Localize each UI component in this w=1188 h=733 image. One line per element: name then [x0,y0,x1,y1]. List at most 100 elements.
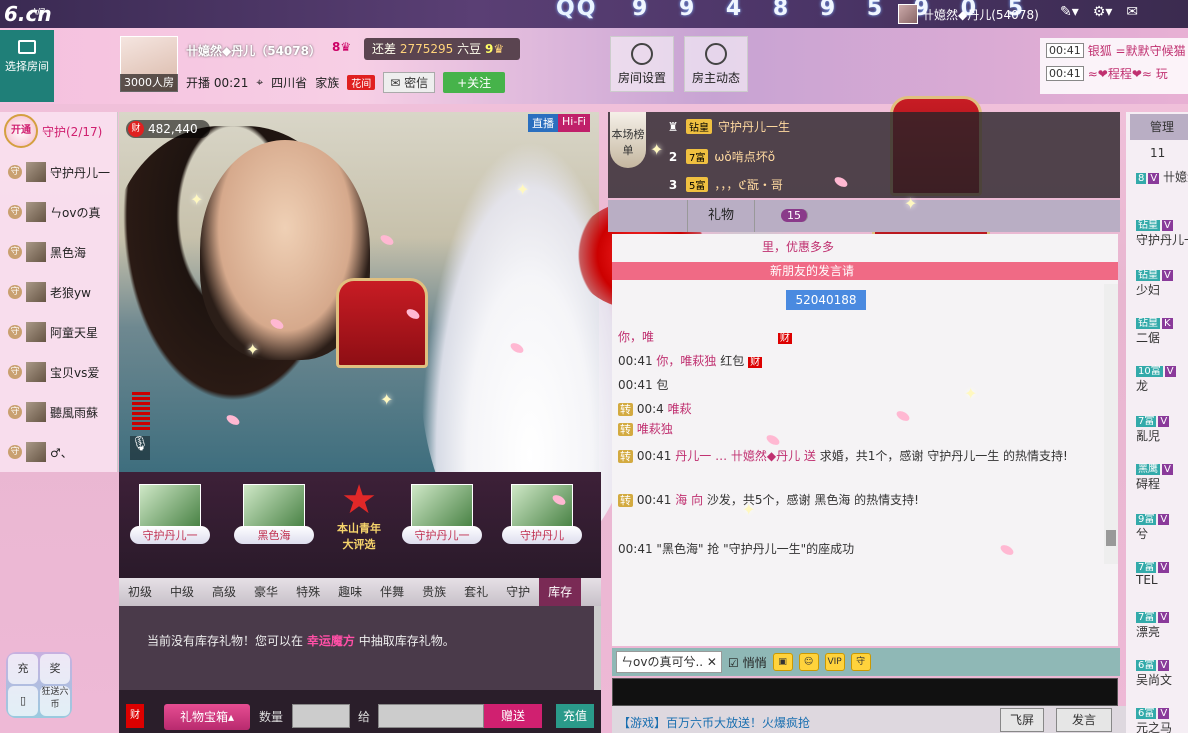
shield-icon: 守 [8,365,22,379]
guard-item[interactable]: 守黑色海 [8,242,86,262]
tab-gift-stock[interactable]: 库存 [539,578,582,606]
ticker-item: 00:41 ≈❤程程❤≈ 玩 [1046,65,1182,82]
tab-gift[interactable]: 初级 [119,578,161,606]
private-message-button[interactable]: ✉ 密信 [383,72,436,93]
ranking-row[interactable]: 2 7富 ωǒ啃点坏ǒ [666,148,775,165]
podium-item[interactable]: 守护丹儿 [502,484,582,564]
tab-chat[interactable] [608,200,688,232]
audience-item[interactable]: 6富 V 吴尚文 [1136,656,1172,688]
chat-input[interactable] [612,678,1118,706]
chat-target-select[interactable]: ㄣovの真可兮.. ✕ [616,651,722,673]
room-settings-button[interactable]: 房间设置 [610,36,674,92]
guard-item[interactable]: 守ㄣovの真 [8,202,100,222]
level-gap: 还差 2775295 六豆 9♛ [364,38,520,60]
follow-button[interactable]: +关注 [443,72,506,93]
recharge-button[interactable]: 充值 [556,704,594,728]
quantity-input[interactable] [292,704,350,728]
prize-shortcut[interactable]: 奖 [40,654,70,684]
guard-item[interactable]: 守聽風雨蘇 [8,402,98,422]
site-logo[interactable]: 6.cn六间房 [4,2,52,40]
guard-item[interactable]: 守 ♂、 [8,442,73,462]
host-news-button[interactable]: 房主动态 [684,36,748,92]
chat-line: 00:41 你，唯萩独 红包 财 [618,354,763,368]
audience-item[interactable]: 钻皇 K 二倨 [1136,314,1173,346]
ranking-row[interactable]: ♜ 钻皇 守护丹儿一生 [666,118,790,135]
tab-other[interactable]: 15 [755,200,828,232]
audience-item[interactable]: 钻皇 V 少妇 [1136,266,1173,298]
whisper-checkbox[interactable]: ☑ 悄悄 [728,654,767,671]
open-guard-button[interactable]: 开通 [4,114,38,148]
podium-item[interactable]: 黑色海 [234,484,314,564]
tab-gift[interactable]: 中级 [161,578,203,606]
promo-link[interactable]: 【游戏】百万六币大放送！火爆疯抢 [618,714,810,731]
scrollbar[interactable] [1104,284,1118,564]
audience-item[interactable]: 钻皇V守护丹儿一 [1136,216,1188,248]
audience-item[interactable]: 7富 V TEL [1136,558,1170,587]
lucky-cube-link[interactable]: 幸运魔方 [307,634,355,648]
location: 四川省 [271,76,308,90]
shield-icon: 守 [8,165,22,179]
top-user[interactable]: 卄嬑然◆丹儿(54078) [898,4,1039,24]
scrollbar[interactable] [594,606,601,690]
tab-gift[interactable]: 贵族 [413,578,455,606]
top-user-name[interactable]: 卄嬑然◆丹儿(54078) [922,6,1039,23]
mic-icon[interactable]: 🎙 [130,436,150,460]
sparkle-decoration: ✦ [904,194,918,213]
tab-gift[interactable]: 豪华 [245,578,287,606]
podium-item[interactable]: 守护丹儿一 [130,484,210,564]
audience-item[interactable]: 10富 V 龙 [1136,362,1176,394]
send-gift-button[interactable]: 赠送 [484,704,542,728]
mail-icon[interactable]: ✉ [1126,4,1138,20]
edit-icon[interactable]: ✎▾ [1060,4,1079,20]
audience-item[interactable]: 6富 V 元之马 [1136,704,1172,733]
star-icon: ★ [341,477,377,523]
send-message-button[interactable]: 发言 [1056,708,1112,732]
audience-item[interactable]: 8V 卄嬑然◆ [1136,168,1188,185]
tab-gift[interactable]: 特殊 [287,578,329,606]
gear-icon[interactable]: ⚙▾ [1093,4,1113,20]
guard-emoji-icon[interactable]: 守 [850,653,871,671]
guard-item[interactable]: 守守护丹儿一 [8,162,110,182]
phone-icon[interactable]: ▯ [8,686,38,716]
emoji-icon[interactable]: ☺ [798,653,819,671]
tab-gift[interactable]: 趣味 [329,578,371,606]
tab-gifts[interactable]: 礼物 [688,200,756,232]
chat-notice-bar: 新朋友的发言请 [612,262,1118,280]
gift-box-button[interactable]: 礼物宝箱▴ [164,704,250,730]
sparkle-decoration: ✦ [650,140,664,159]
giveaway-shortcut[interactable]: 狂送六币 [40,686,70,716]
select-room-button[interactable]: 选择房间 [0,30,54,102]
tab-gift[interactable]: 高级 [203,578,245,606]
avatar[interactable] [898,4,918,24]
recipient-label: 给 [358,710,371,724]
fly-screen-button[interactable]: 飞屏 [1000,708,1044,732]
audience-item[interactable]: 9富 V 兮 [1136,510,1170,542]
family-badge[interactable]: 花间 [347,75,376,90]
audience-item[interactable]: 7富 V 漂亮 [1136,608,1170,640]
recipient-select[interactable] [378,704,484,728]
shield-icon: 守 [8,205,22,219]
guard-item[interactable]: 守宝贝vs爱 [8,362,99,382]
shield-icon: 守 [8,405,22,419]
audience-item[interactable]: 7富 V 亂児 [1136,412,1170,444]
sparkle-decoration: ✦ [516,180,530,199]
ranking-row[interactable]: 3 5富 ，，，ℭ翫・哥 [666,176,783,193]
vip-icon[interactable]: VIP [824,653,845,671]
podium-item[interactable]: 守护丹儿一 [402,484,482,564]
coin-counter: 财 482,440 [126,120,210,138]
guard-item[interactable]: 守老狼yw [8,282,91,302]
tab-gift[interactable]: 套礼 [455,578,497,606]
tab-gift[interactable]: 守护 [497,578,539,606]
sparkle-decoration: ✦ [190,190,204,209]
event-star[interactable]: ★ 本山青年 大评选 [332,480,386,566]
manage-tab[interactable]: 管理11 [1130,114,1188,160]
tab-gift[interactable]: 伴舞 [371,578,413,606]
recharge-shortcut[interactable]: 充 [8,654,38,684]
audience-item[interactable]: 黑鹰 V 碍程 [1136,460,1173,492]
family-label: 家族 [315,76,340,90]
scrollbar-thumb [1106,530,1116,546]
room-icon [18,40,36,54]
avatar [26,282,46,302]
image-icon[interactable]: ▣ [772,653,793,671]
guard-item[interactable]: 守阿童天星 [8,322,98,342]
